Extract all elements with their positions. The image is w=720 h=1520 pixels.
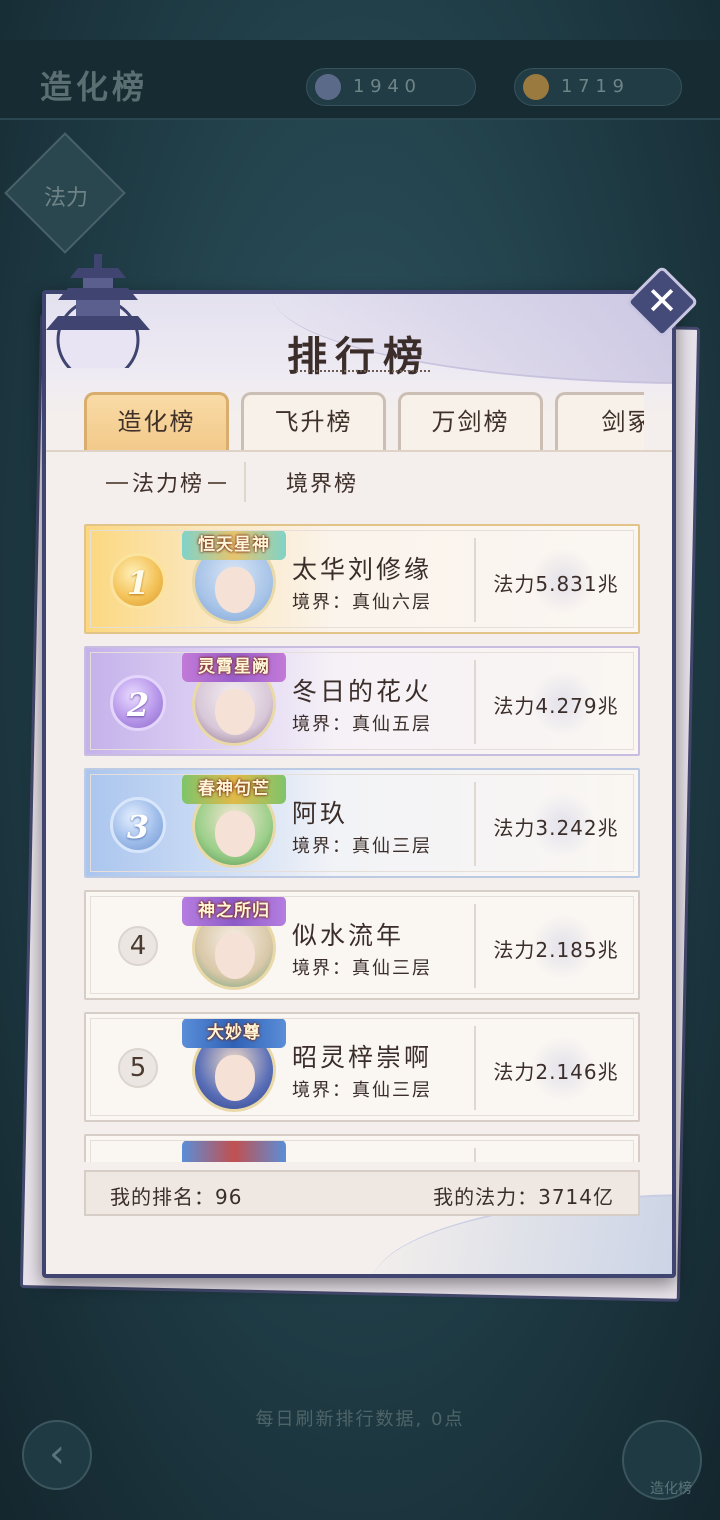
title-badge: 神之所归 bbox=[182, 896, 286, 926]
subtab-separator bbox=[244, 462, 246, 502]
player-power: 法力4.279兆 bbox=[493, 694, 619, 718]
row-divider bbox=[474, 660, 476, 744]
title-badge bbox=[182, 1140, 286, 1162]
player-name: 阿玖 bbox=[292, 799, 349, 828]
avatar-face bbox=[215, 1055, 255, 1101]
background-corner-label: 造化榜 bbox=[650, 1481, 692, 1497]
title-decoration bbox=[296, 370, 430, 374]
gold-medal-icon: 1 bbox=[110, 553, 166, 609]
subtab-jingjie[interactable]: 境界榜 bbox=[286, 466, 358, 498]
bronze-medal-icon: 3 bbox=[110, 797, 166, 853]
resource-counter-2: 1 7 1 9 bbox=[514, 68, 682, 106]
resource-counter-1: 1 9 4 0 bbox=[306, 68, 476, 106]
tab-divider bbox=[46, 450, 672, 452]
silver-medal-icon: 2 bbox=[110, 675, 166, 731]
my-power: 我的法力：3714亿 bbox=[433, 1185, 614, 1209]
resource-value-1: 1 9 4 0 bbox=[353, 76, 416, 97]
player-name: 太华刘修缘 bbox=[292, 555, 433, 584]
ranking-panel: 排行榜 造化榜 飞升榜 万剑榜 剑冢 法力榜 境界榜 1 恒天星神 太华刘修缘 … bbox=[42, 290, 676, 1278]
crystal-icon bbox=[315, 74, 341, 100]
avatar-face bbox=[215, 933, 255, 979]
title-badge: 大妙尊 bbox=[182, 1018, 286, 1048]
ranking-tabs: 造化榜 飞升榜 万剑榜 剑冢 bbox=[84, 392, 644, 452]
player-realm: 境界：真仙五层 bbox=[292, 714, 432, 735]
back-arrow-icon: ‹ bbox=[22, 1420, 92, 1490]
rank-number: 4 bbox=[118, 926, 158, 966]
background-side-label: 法力 bbox=[44, 186, 89, 211]
row-divider bbox=[474, 904, 476, 988]
row-divider bbox=[474, 538, 476, 622]
flame-icon bbox=[523, 74, 549, 100]
player-power: 法力2.146兆 bbox=[493, 1060, 619, 1084]
pagoda-ornament-icon bbox=[46, 254, 150, 368]
player-realm: 境界：真仙三层 bbox=[292, 958, 432, 979]
player-power: 法力3.242兆 bbox=[493, 816, 619, 840]
player-power: 法力5.831兆 bbox=[493, 572, 619, 596]
player-realm: 境界：真仙三层 bbox=[292, 836, 432, 857]
player-realm: 境界：真仙六层 bbox=[292, 592, 432, 613]
ranking-row[interactable]: 3 春神句芒 阿玖 境界：真仙三层 法力3.242兆 bbox=[84, 768, 640, 878]
row-divider bbox=[474, 782, 476, 866]
tab-jianzhong[interactable]: 剑冢 bbox=[555, 392, 644, 450]
player-power: 法力2.185兆 bbox=[493, 938, 619, 962]
close-icon[interactable]: ✕ bbox=[636, 276, 688, 328]
avatar-face bbox=[215, 689, 255, 735]
ranking-list[interactable]: 1 恒天星神 太华刘修缘 境界：真仙六层 法力5.831兆 2 灵霄星阙 冬日的… bbox=[84, 522, 640, 1162]
title-badge: 春神句芒 bbox=[182, 774, 286, 804]
background-title: 造化榜 bbox=[40, 68, 149, 106]
player-name: 似水流年 bbox=[292, 921, 405, 950]
rank-number: 5 bbox=[118, 1048, 158, 1088]
subtab-fali[interactable]: 法力榜 bbox=[128, 466, 209, 498]
avatar-face bbox=[215, 811, 255, 857]
row-divider bbox=[474, 1026, 476, 1110]
ranking-row[interactable]: 2 灵霄星阙 冬日的花火 境界：真仙五层 法力4.279兆 bbox=[84, 646, 640, 756]
tab-feisheng[interactable]: 飞升榜 bbox=[241, 392, 386, 450]
background-hint: 每日刷新排行数据, 0点 bbox=[255, 1409, 465, 1430]
ranking-row[interactable]: 5 大妙尊 昭灵梓崇啊 境界：真仙三层 法力2.146兆 bbox=[84, 1012, 640, 1122]
tab-zaohua[interactable]: 造化榜 bbox=[84, 392, 229, 450]
player-name: 冬日的花火 bbox=[292, 677, 433, 706]
player-realm: 境界：真仙三层 bbox=[292, 1080, 432, 1101]
tab-wanjian[interactable]: 万剑榜 bbox=[398, 392, 543, 450]
resource-value-2: 1 7 1 9 bbox=[561, 76, 624, 97]
ranking-row[interactable]: 1 恒天星神 太华刘修缘 境界：真仙六层 法力5.831兆 bbox=[84, 524, 640, 634]
player-name: 昭灵梓崇啊 bbox=[292, 1043, 433, 1072]
ranking-row[interactable]: 4 神之所归 似水流年 境界：真仙三层 法力2.185兆 bbox=[84, 890, 640, 1000]
avatar-face bbox=[215, 567, 255, 613]
my-rank: 我的排名：96 bbox=[110, 1185, 243, 1209]
title-badge: 恒天星神 bbox=[182, 530, 286, 560]
title-badge: 灵霄星阙 bbox=[182, 652, 286, 682]
row-divider bbox=[474, 1148, 476, 1162]
my-ranking-footer: 我的排名：96 我的法力：3714亿 bbox=[84, 1170, 640, 1216]
ranking-row[interactable] bbox=[84, 1134, 640, 1162]
